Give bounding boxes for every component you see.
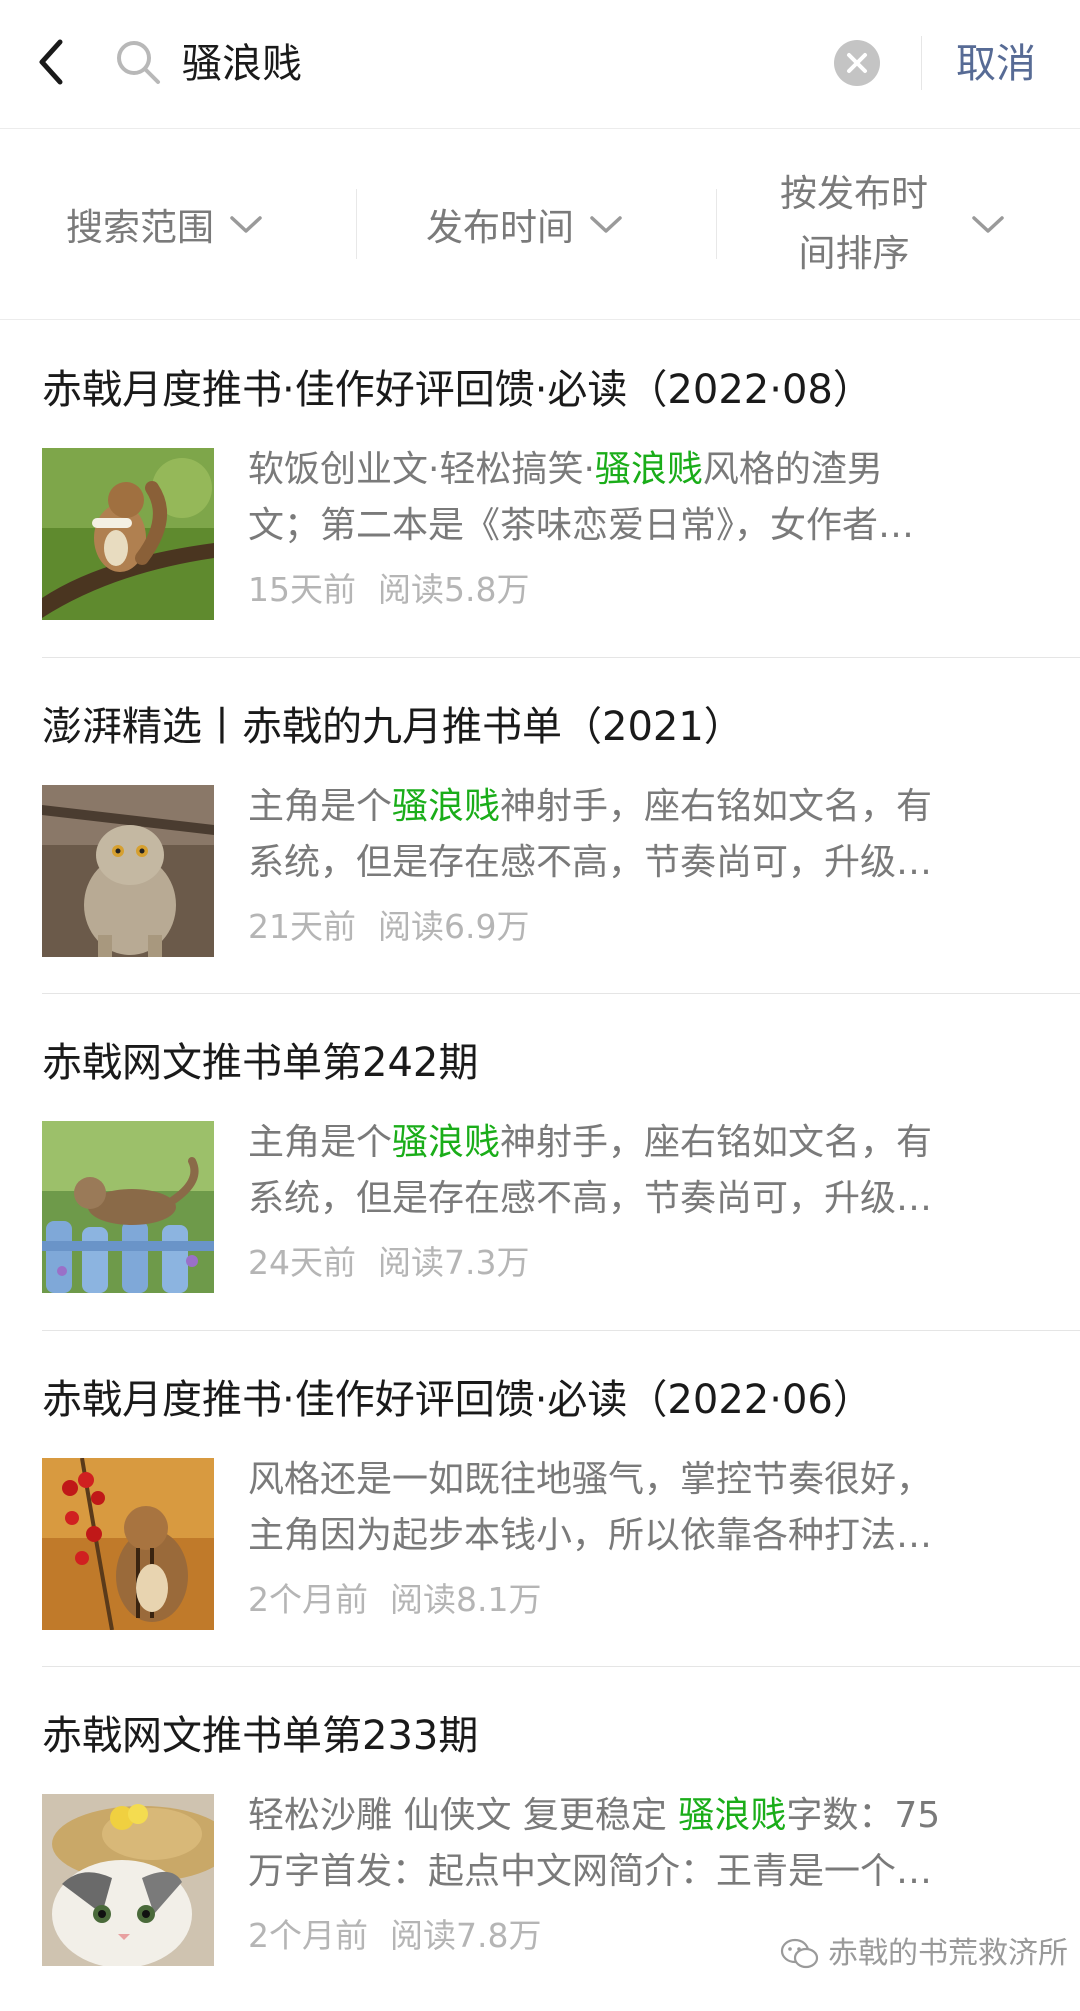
- divider: [42, 993, 1080, 994]
- publish-time: 2个月前: [248, 1580, 368, 1619]
- publish-time: 2个月前: [248, 1916, 368, 1955]
- publish-time: 15天前: [248, 570, 356, 609]
- clear-search-icon[interactable]: [834, 40, 880, 86]
- wechat-icon: [780, 1938, 819, 1969]
- result-snippet: 主角是个骚浪贱神射手，座右铭如文名，有 系统，但是存在感不高，节奏尚可，升级…: [248, 786, 933, 883]
- divider: [716, 189, 717, 259]
- cancel-button[interactable]: 取消: [956, 32, 1036, 96]
- divider: [921, 36, 922, 90]
- result-meta: 2个月前 阅读8.1万: [248, 1570, 541, 1630]
- result-thumbnail: [42, 448, 214, 620]
- result-thumbnail: [42, 785, 214, 957]
- chevron-down-icon: [972, 216, 1004, 233]
- publish-time: 24天前: [248, 1243, 356, 1282]
- filter-label: 搜索范围: [66, 206, 214, 249]
- filter-bar: 搜索范围 发布时间 按发布时 间排序: [0, 129, 1080, 320]
- read-count: 阅读8.1万: [390, 1580, 542, 1619]
- divider: [42, 657, 1080, 658]
- search-bar: 骚浪贱 取消: [0, 0, 1080, 129]
- search-input[interactable]: 骚浪贱: [182, 32, 302, 96]
- result-meta: 15天前 阅读5.8万: [248, 560, 529, 620]
- chevron-down-icon: [230, 216, 262, 233]
- read-count: 阅读6.9万: [378, 907, 530, 946]
- result-item[interactable]: 赤戟月度推书·佳作好评回馈·必读（2022·06） 风格还是一如既往地骚气，掌控…: [42, 1370, 1080, 1630]
- result-meta: 2个月前 阅读7.8万: [248, 1906, 541, 1966]
- result-item[interactable]: 赤戟网文推书单第242期 主角是个骚浪贱神射手，座右铭如文名，有 系统，但是存在…: [42, 1033, 1080, 1293]
- publish-time: 21天前: [248, 907, 356, 946]
- result-thumbnail: [42, 1794, 214, 1966]
- back-arrow-icon[interactable]: [30, 32, 90, 92]
- result-item[interactable]: 澎湃精选丨赤戟的九月推书单（2021） 主角是个骚浪贱神射手，座右铭如文名，有 …: [42, 697, 1080, 957]
- watermark: 赤戟的书荒救济所: [780, 1930, 1068, 1978]
- result-thumbnail: [42, 1121, 214, 1293]
- chevron-down-icon: [590, 216, 622, 233]
- read-count: 阅读7.8万: [390, 1916, 542, 1955]
- filter-publish-time[interactable]: 发布时间: [426, 129, 624, 319]
- filter-search-scope[interactable]: 搜索范围: [66, 129, 264, 319]
- divider: [356, 189, 357, 259]
- result-meta: 24天前 阅读7.3万: [248, 1233, 529, 1293]
- divider: [42, 1330, 1080, 1331]
- result-snippet: 风格还是一如既往地骚气，掌控节奏很好， 主角因为起步本钱小，所以依靠各种打法…: [248, 1459, 933, 1556]
- filter-label: 按发布时 间排序: [780, 172, 928, 275]
- read-count: 阅读5.8万: [378, 570, 530, 609]
- result-meta: 21天前 阅读6.9万: [248, 897, 529, 957]
- result-title[interactable]: 赤戟月度推书·佳作好评回馈·必读（2022·06）: [42, 1370, 1080, 1430]
- result-thumbnail: [42, 1458, 214, 1630]
- search-icon: [112, 36, 166, 90]
- result-title[interactable]: 赤戟月度推书·佳作好评回馈·必读（2022·08）: [42, 360, 1080, 420]
- result-item[interactable]: 赤戟月度推书·佳作好评回馈·必读（2022·08） 软饭创业文·轻松搞笑·骚浪贱…: [42, 360, 1080, 620]
- divider: [42, 1666, 1080, 1667]
- result-item[interactable]: 赤戟网文推书单第233期 轻松沙雕 仙侠文 复更稳定 骚浪贱字数：75 万字首发…: [42, 1706, 1080, 1966]
- result-snippet: 轻松沙雕 仙侠文 复更稳定 骚浪贱字数：75 万字首发：起点中文网简介：王青是一…: [248, 1795, 941, 1892]
- result-title[interactable]: 赤戟网文推书单第233期: [42, 1706, 1080, 1766]
- filter-sort-by-time[interactable]: 按发布时 间排序: [752, 129, 1006, 319]
- result-title[interactable]: 赤戟网文推书单第242期: [42, 1033, 1080, 1093]
- result-title[interactable]: 澎湃精选丨赤戟的九月推书单（2021）: [42, 697, 1080, 757]
- result-snippet: 软饭创业文·轻松搞笑·骚浪贱风格的渣男 文；第二本是《茶味恋爱日常》，女作者…: [248, 449, 915, 546]
- read-count: 阅读7.3万: [378, 1243, 530, 1282]
- result-snippet: 主角是个骚浪贱神射手，座右铭如文名，有 系统，但是存在感不高，节奏尚可，升级…: [248, 1122, 933, 1219]
- filter-label: 发布时间: [426, 206, 574, 249]
